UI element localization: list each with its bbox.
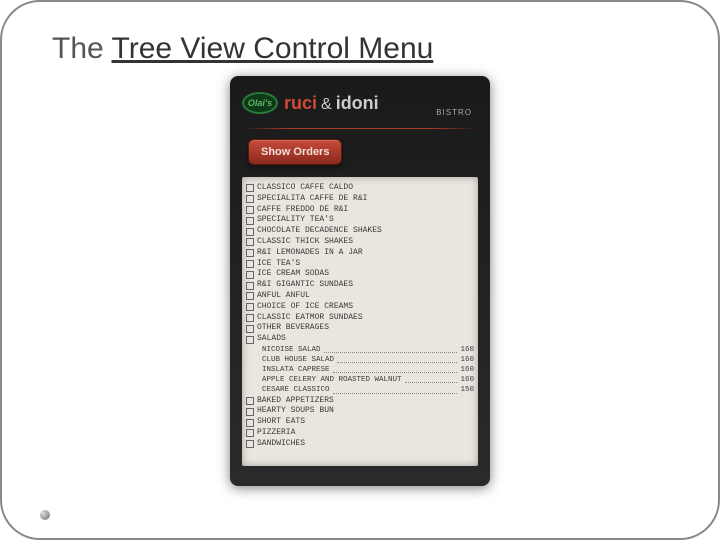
- tree-node[interactable]: ICE TEA'S: [246, 259, 474, 270]
- menu-screen: CLASSICO CAFFE CALDOSPECIALITA CAFFE DE …: [242, 177, 478, 466]
- tree-node-label: R&I GIGANTIC SUNDAES: [257, 280, 353, 291]
- tree-node[interactable]: SALADS: [246, 334, 474, 345]
- slide-bullet-icon: [40, 510, 50, 520]
- tree-node-label: PIZZERIA: [257, 428, 295, 439]
- tree-node-label: SHORT EATS: [257, 417, 305, 428]
- tree-node-label: CHOICE OF ICE CREAMS: [257, 302, 353, 313]
- tree-view[interactable]: CLASSICO CAFFE CALDOSPECIALITA CAFFE DE …: [246, 183, 474, 450]
- tree-node-label: R&I LEMONADES IN A JAR: [257, 248, 363, 259]
- tree-node[interactable]: ICE CREAM SODAS: [246, 269, 474, 280]
- tree-node[interactable]: SANDWICHES: [246, 439, 474, 450]
- price-leader-dots: [333, 385, 458, 393]
- brand-text: ruci & idoni: [284, 93, 379, 114]
- tree-node[interactable]: CLASSIC THICK SHAKES: [246, 237, 474, 248]
- price-leader-dots: [333, 365, 458, 373]
- price-leader-dots: [405, 375, 458, 383]
- tree-sub-item[interactable]: NICOISE SALAD 160: [262, 345, 474, 355]
- tree-node-label: CHOCOLATE DECADENCE SHAKES: [257, 226, 382, 237]
- tree-sub-item[interactable]: CESARE CLASSICO 150: [262, 385, 474, 395]
- tree-node[interactable]: OTHER BEVERAGES: [246, 323, 474, 334]
- title-prefix: The: [52, 32, 112, 65]
- tree-node[interactable]: CLASSICO CAFFE CALDO: [246, 183, 474, 194]
- tree-node-label: SPECIALITY TEA'S: [257, 215, 334, 226]
- tree-sub-item[interactable]: INSLATA CAPRESE 160: [262, 365, 474, 375]
- brand-sub: idoni: [336, 93, 379, 114]
- brand-logo-oval: Olai's: [242, 92, 278, 114]
- tree-node[interactable]: CHOCOLATE DECADENCE SHAKES: [246, 226, 474, 237]
- sub-item-price: 160: [460, 345, 474, 355]
- sub-item-name: NICOISE SALAD: [262, 345, 321, 355]
- sub-item-price: 150: [460, 385, 474, 395]
- sub-item-price: 160: [460, 375, 474, 385]
- tree-node-label: ICE TEA'S: [257, 259, 300, 270]
- tree-node[interactable]: R&I GIGANTIC SUNDAES: [246, 280, 474, 291]
- device-container: Olai's ruci & idoni BISTRO Show Orders C…: [42, 76, 678, 486]
- tree-node-label: CLASSIC EATMOR SUNDAES: [257, 313, 363, 324]
- sub-item-name: INSLATA CAPRESE: [262, 365, 330, 375]
- sub-item-price: 160: [460, 355, 474, 365]
- price-leader-dots: [324, 345, 458, 353]
- title-main: Tree View Control Menu: [112, 32, 434, 65]
- sub-item-name: CLUB HOUSE SALAD: [262, 355, 334, 365]
- sub-item-name: CESARE CLASSICO: [262, 385, 330, 395]
- brand-main: ruci: [284, 93, 317, 114]
- tree-node[interactable]: PIZZERIA: [246, 428, 474, 439]
- tree-node[interactable]: ANFUL ANFUL: [246, 291, 474, 302]
- tree-node-label: ICE CREAM SODAS: [257, 269, 329, 280]
- tree-node[interactable]: R&I LEMONADES IN A JAR: [246, 248, 474, 259]
- tree-node-label: SANDWICHES: [257, 439, 305, 450]
- tree-sub-item[interactable]: CLUB HOUSE SALAD 160: [262, 355, 474, 365]
- slide-title: The Tree View Control Menu: [52, 32, 678, 66]
- brand-header: Olai's ruci & idoni BISTRO: [242, 86, 478, 120]
- brand-ampersand: &: [321, 96, 332, 114]
- brand-tagline: BISTRO: [436, 108, 472, 117]
- sub-item-price: 160: [460, 365, 474, 375]
- tree-node-label: CAFFE FREDDO DE R&I: [257, 205, 348, 216]
- sub-item-name: APPLE CELERY AND ROASTED WALNUT: [262, 375, 402, 385]
- tablet-device: Olai's ruci & idoni BISTRO Show Orders C…: [230, 76, 490, 486]
- tree-node-label: SPECIALITA CAFFE DE R&I: [257, 194, 367, 205]
- tree-node-label: BAKED APPETIZERS: [257, 396, 334, 407]
- show-orders-button[interactable]: Show Orders: [248, 139, 342, 165]
- tree-node[interactable]: BAKED APPETIZERS: [246, 396, 474, 407]
- price-leader-dots: [337, 355, 457, 363]
- tree-node-label: OTHER BEVERAGES: [257, 323, 329, 334]
- tree-node[interactable]: SPECIALITY TEA'S: [246, 215, 474, 226]
- tree-node[interactable]: HEARTY SOUPS BUN: [246, 406, 474, 417]
- brand-divider: [242, 128, 478, 129]
- tree-node[interactable]: CAFFE FREDDO DE R&I: [246, 205, 474, 216]
- tree-node-label: CLASSIC THICK SHAKES: [257, 237, 353, 248]
- tree-node[interactable]: SHORT EATS: [246, 417, 474, 428]
- tree-node-label: CLASSICO CAFFE CALDO: [257, 183, 353, 194]
- slide-frame: The Tree View Control Menu Olai's ruci &…: [0, 0, 720, 540]
- tree-sub-item[interactable]: APPLE CELERY AND ROASTED WALNUT 160: [262, 375, 474, 385]
- tree-node-label: ANFUL ANFUL: [257, 291, 310, 302]
- tree-node-label: HEARTY SOUPS BUN: [257, 406, 334, 417]
- tree-node[interactable]: SPECIALITA CAFFE DE R&I: [246, 194, 474, 205]
- tree-node[interactable]: CLASSIC EATMOR SUNDAES: [246, 313, 474, 324]
- tree-node[interactable]: CHOICE OF ICE CREAMS: [246, 302, 474, 313]
- tree-node-label: SALADS: [257, 334, 286, 345]
